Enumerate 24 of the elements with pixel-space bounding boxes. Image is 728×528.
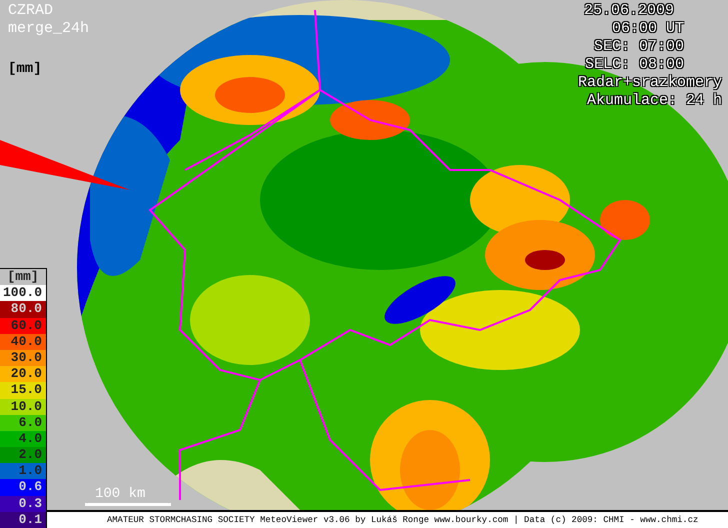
legend-entry: 100.0: [0, 285, 46, 302]
legend-entry: 4.0: [0, 430, 46, 448]
legend-entry: 0.3: [0, 496, 46, 512]
legend-entry: 15.0: [0, 382, 46, 398]
product-name: CZRAD: [8, 2, 54, 20]
product-type: merge_24h: [8, 20, 90, 38]
legend-entry: 80.0: [0, 301, 46, 318]
legend-entry: 6.0: [0, 414, 46, 431]
scale-label: 100 km: [95, 485, 146, 503]
legend-entry: 40.0: [0, 334, 46, 350]
legend-entry: 2.0: [0, 447, 46, 464]
legend-entry: 20.0: [0, 366, 46, 382]
legend-title: [mm]: [6, 269, 40, 286]
time-text: 06:00 UT: [612, 20, 684, 38]
legend-entry: 60.0: [0, 318, 46, 334]
date-text: 25.06.2009: [584, 2, 674, 20]
legend-entry: 30.0: [0, 350, 46, 366]
selc-time: SELC: 08:00: [584, 56, 684, 74]
legend-entry: 0.1: [0, 512, 46, 528]
unit-label: [mm]: [8, 60, 42, 78]
sec-time: SEC: 07:00: [594, 38, 684, 56]
legend-entry: 1.0: [0, 463, 46, 480]
legend-entry: 10.0: [0, 398, 46, 415]
legend-entry: 0.6: [0, 479, 46, 496]
